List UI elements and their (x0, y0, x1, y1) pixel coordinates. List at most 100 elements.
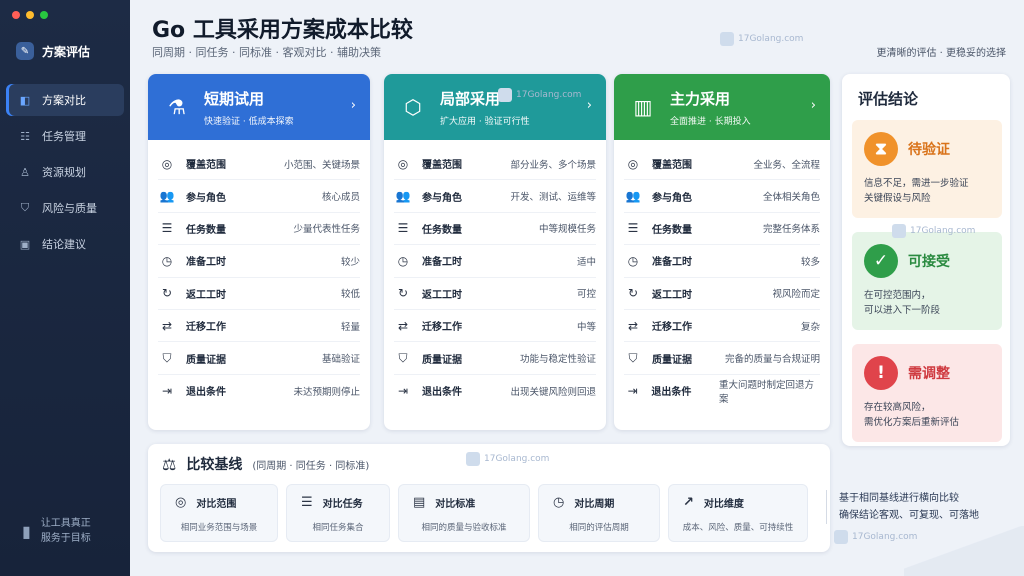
minimize-window-button[interactable] (26, 11, 34, 19)
list-icon: ☰ (161, 221, 173, 236)
verdict-accept-card[interactable]: ✓ 可接受 在可控范围内， 可以进入下一阶段 (852, 232, 1002, 330)
row-label: 质量证据 (422, 354, 462, 366)
row-label: 参与角色 (422, 192, 462, 204)
people-icon: 👥 (625, 189, 641, 204)
plan-card-trial: ⚗ 短期试用 快速验证 · 低成本探索 › ◎ 覆盖范围 小范围、关键场景 👥 参与角… (148, 74, 370, 430)
verdict-desc-line: 可以进入下一阶段 (864, 305, 941, 316)
footer-line-1: 让工具真正 (40, 518, 91, 529)
row-label: 覆盖范围 (422, 160, 462, 172)
row-label: 迁移工作 (186, 322, 226, 334)
exit-icon: ⇥ (627, 383, 638, 398)
table-row: ↻ 返工工时 较低 (158, 278, 360, 310)
baseline-item[interactable]: ▤ 对比标准 相同的质量与验收标准 (398, 484, 530, 542)
row-value: 较低 (340, 289, 360, 301)
clock-icon: ◷ (161, 253, 173, 268)
row-label: 准备工时 (422, 257, 462, 269)
chevron-right-icon[interactable]: › (587, 98, 592, 113)
maximize-window-button[interactable] (40, 11, 48, 19)
baseline-item[interactable]: ☰ 对比任务 相同任务集合 (286, 484, 390, 542)
sidebar-item-compare[interactable]: ◧ 方案对比 (6, 84, 124, 116)
exit-icon: ⇥ (161, 383, 173, 398)
check-icon: ✓ (864, 244, 898, 278)
plan-rows: ◎ 覆盖范围 部分业务、多个场景 👥 参与角色 开发、测试、运维等 ☰ 任务数量 中等规模任… (384, 140, 606, 407)
sidebar-item-tasks[interactable]: ☷ 任务管理 (6, 120, 124, 152)
verdict-pending-card[interactable]: ⧗ 待验证 信息不足，需进一步验证 关键假设与风险 (852, 120, 1002, 218)
baseline-title: 比较基线 (186, 457, 243, 473)
baseline-item[interactable]: ◷ 对比周期 相同的评估周期 (538, 484, 660, 542)
row-label: 任务数量 (186, 224, 226, 236)
cube-icon: ⬡ (404, 95, 422, 119)
row-value: 全业务、全流程 (753, 159, 820, 171)
row-label: 迁移工作 (422, 322, 462, 334)
app-name: 方案评估 (42, 44, 91, 59)
watermark: 17Golang.com (892, 224, 975, 238)
chevron-right-icon[interactable]: › (351, 98, 356, 113)
baseline-item-sub: 相同的质量与验收标准 (421, 523, 507, 533)
row-value: 核心成员 (321, 192, 360, 204)
people-icon: 👥 (159, 189, 175, 204)
row-label: 覆盖范围 (652, 160, 692, 172)
watermark-logo-icon (892, 224, 906, 238)
verdict-panel: 评估结论 ⧗ 待验证 信息不足，需进一步验证 关键假设与风险 ✓ 可接受 在可控… (842, 74, 1010, 446)
target-icon: ◎ (397, 156, 409, 171)
watermark-text: 17Golang.com (516, 90, 582, 100)
watermark: 17Golang.com (466, 452, 549, 466)
row-label: 准备工时 (186, 257, 226, 269)
row-value: 视风险而定 (772, 289, 820, 301)
baseline-note: 基于相同基线进行横向比较 确保结论客观、可复现、可落地 (826, 490, 1016, 524)
footer-line-2: 服务于目标 (40, 533, 91, 544)
shield-check-icon: ⛉ (162, 350, 172, 365)
watermark: 17Golang.com (720, 32, 803, 46)
watermark-logo-icon (498, 88, 512, 102)
sidebar-item-risk[interactable]: ⛉ 风险与质量 (6, 192, 124, 224)
scale-icon: ⚖ (162, 454, 177, 474)
baseline-item-sub: 相同的评估周期 (569, 523, 629, 533)
sidebar-item-conclusion[interactable]: ▣ 结论建议 (6, 228, 124, 260)
chevron-right-icon[interactable]: › (811, 98, 816, 113)
plan-header[interactable]: ⚗ 短期试用 快速验证 · 低成本探索 › (148, 74, 370, 140)
row-label: 迁移工作 (652, 322, 692, 334)
plan-header[interactable]: ⬡ 局部采用 扩大应用 · 验证可行性 › (384, 74, 606, 140)
watermark-logo-icon (720, 32, 734, 46)
sidebar-item-label: 方案对比 (42, 94, 86, 107)
sidebar-item-label: 结论建议 (42, 238, 86, 251)
row-value: 重大问题时制定回退方案 (719, 379, 815, 405)
row-value: 适中 (576, 256, 596, 268)
verdict-desc-line: 信息不足，需进一步验证 (864, 178, 969, 189)
row-value: 开发、测试、运维等 (510, 192, 596, 204)
table-row: ↻ 返工工时 可控 (394, 278, 596, 310)
baseline-item-label: 对比维度 (703, 499, 744, 510)
verdict-desc-line: 在可控范围内， (864, 290, 931, 301)
baseline-item[interactable]: ◎ 对比范围 相同业务范围与场景 (160, 484, 278, 542)
row-label: 退出条件 (651, 387, 692, 399)
refresh-icon: ↻ (627, 286, 639, 301)
alert-icon: ! (864, 356, 898, 390)
row-value: 较少 (340, 256, 360, 268)
task-list-icon: ☷ (20, 129, 30, 143)
baseline-item[interactable]: ↗ 对比维度 成本、风险、质量、可持续性 (668, 484, 808, 542)
table-row: ◎ 覆盖范围 全业务、全流程 (624, 148, 820, 181)
watermark: 17Golang.com (498, 88, 581, 102)
page-title: Go 工具采用方案成本比较 (152, 18, 413, 43)
verdict-adjust-card[interactable]: ! 需调整 存在较高风险， 需优化方案后重新评估 (852, 344, 1002, 442)
plan-header[interactable]: ▥ 主力采用 全面推进 · 长期投入 › (614, 74, 830, 140)
sidebar-item-resources[interactable]: ♙ 资源规划 (6, 156, 124, 188)
plan-subtitle: 全面推进 · 长期投入 (670, 116, 751, 127)
row-value: 完整任务体系 (762, 224, 820, 236)
sidebar-footer: ▮ 让工具真正 服务于目标 (22, 516, 91, 546)
row-value: 完备的质量与合规证明 (724, 354, 820, 366)
row-label: 返工工时 (652, 289, 692, 301)
plan-subtitle: 快速验证 · 低成本探索 (204, 116, 294, 127)
shield-check-icon: ⛉ (398, 350, 408, 365)
swap-icon: ⇄ (627, 318, 639, 333)
baseline-item-label: 对比范围 (196, 499, 237, 510)
clock-icon: ◷ (553, 495, 565, 510)
row-value: 小范围、关键场景 (283, 159, 360, 171)
plan-title: 主力采用 (670, 89, 731, 108)
baseline-item-label: 对比任务 (322, 499, 363, 510)
sidebar-item-label: 任务管理 (42, 130, 86, 143)
target-icon: ◎ (175, 495, 187, 510)
table-row: ⇥ 退出条件 未达预期则停止 (158, 375, 360, 407)
close-window-button[interactable] (12, 11, 20, 19)
row-value: 少量代表性任务 (293, 224, 360, 236)
